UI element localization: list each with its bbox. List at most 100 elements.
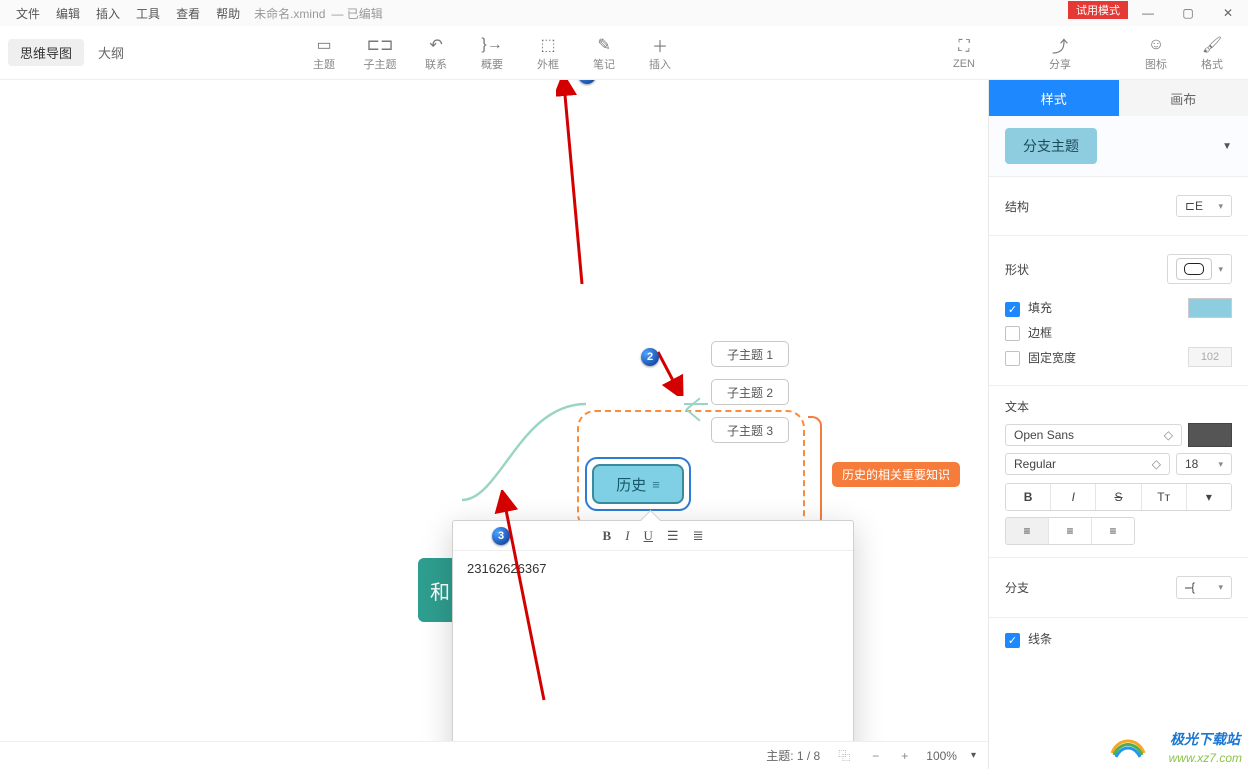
text-bold[interactable]: B [1006, 484, 1051, 510]
align-center[interactable]: ≡ [1049, 518, 1092, 544]
topic-main-label: 历史 [616, 474, 646, 495]
text-section-label: 文本 [1005, 398, 1232, 415]
menu-bar: 文件 编辑 插入 工具 查看 帮助 未命名.xmind — 已编辑 试用模式 —… [0, 0, 1248, 26]
fill-checkbox[interactable]: ✓ [1005, 302, 1020, 317]
format-panel: 样式 画布 分支主题 ▼ 结构 ⊏E▾ 形状 ▾ ✓填充 边框 固定宽度 [988, 80, 1248, 769]
note-italic[interactable]: I [625, 528, 629, 544]
boundary-icon: ⬚ [540, 34, 555, 56]
insert-icon: ＋ [652, 34, 668, 56]
structure-select[interactable]: ⊏E▾ [1176, 195, 1232, 217]
subtopic-2[interactable]: 子主题 2 [711, 379, 789, 405]
line-label: 线条 [1028, 632, 1052, 646]
subtopic-icon: ⊏⊐ [367, 34, 394, 56]
topic-main[interactable]: 历史 ≡ [592, 464, 684, 504]
connector [684, 403, 708, 405]
annotation-bubble-1: 1 [578, 80, 596, 84]
zoom-out[interactable]: − [868, 749, 883, 763]
text-strike[interactable]: S [1096, 484, 1141, 510]
tool-topic[interactable]: ▭主题 [296, 34, 352, 72]
align-right[interactable]: ≡ [1092, 518, 1134, 544]
window-minimize[interactable]: — [1128, 0, 1168, 26]
annotation-arrow-1 [556, 80, 596, 294]
shape-icon [1176, 258, 1212, 280]
menu-tools[interactable]: 工具 [128, 5, 168, 22]
toolbar-far: ☺图标 🖌格式 [1128, 34, 1240, 72]
topic-icon: ▭ [316, 34, 331, 56]
zoom-level[interactable]: 100% [926, 749, 957, 763]
align-left[interactable]: ≡ [1006, 518, 1049, 544]
tool-insert[interactable]: ＋插入 [632, 34, 688, 72]
font-size-select[interactable]: 18▾ [1176, 453, 1232, 475]
menu-view[interactable]: 查看 [168, 5, 208, 22]
shape-select[interactable]: ▾ [1167, 254, 1232, 284]
branch-select[interactable]: ⎯{▾ [1176, 576, 1232, 599]
tool-subtopic[interactable]: ⊏⊐子主题 [352, 34, 408, 72]
note-popup: B I U ☰ ≣ 23162626367 [452, 520, 854, 741]
summary-bracket [808, 416, 822, 528]
text-color-swatch[interactable] [1188, 423, 1232, 447]
tool-zen[interactable]: ⛶ZEN [936, 36, 992, 70]
font-weight-select[interactable]: Regular◇ [1005, 453, 1170, 475]
tool-summary[interactable]: }→概要 [464, 34, 520, 72]
view-tabs: 思维导图 大纲 [8, 26, 136, 79]
status-bar: 主题: 1 / 8 ⿻ − + 100% ▾ [0, 741, 988, 769]
zoom-in[interactable]: + [897, 749, 912, 763]
branch-label: 分支 [1005, 579, 1029, 596]
topic-count: 主题: 1 / 8 [766, 747, 820, 764]
tab-style[interactable]: 样式 [989, 80, 1119, 116]
toolbar-right: ⛶ZEN ⤴分享 ☺图标 🖌格式 [936, 26, 1240, 79]
fixed-width-checkbox[interactable] [1005, 351, 1020, 366]
topic-type-chip[interactable]: 分支主题 [1005, 128, 1097, 164]
map-overview-icon[interactable]: ⿻ [834, 747, 854, 764]
border-label: 边框 [1028, 326, 1052, 340]
note-content[interactable]: 23162626367 [453, 551, 853, 586]
panel-tabs: 样式 画布 [989, 80, 1248, 116]
subtopic-1[interactable]: 子主题 1 [711, 341, 789, 367]
shape-label: 形状 [1005, 261, 1029, 278]
text-case[interactable]: Tᴛ [1142, 484, 1187, 510]
note-bold[interactable]: B [603, 528, 612, 544]
tool-boundary[interactable]: ⬚外框 [520, 34, 576, 72]
canvas[interactable]: 历史 ≡ 子主题 1 子主题 2 子主题 3 历史的相关重要知识 和 B I U… [0, 80, 988, 741]
annotation-bubble-2: 2 [641, 348, 659, 366]
tool-share[interactable]: ⤴分享 [1032, 34, 1088, 72]
relation-icon: ↶ [429, 34, 442, 56]
tool-relation[interactable]: ↶联系 [408, 34, 464, 72]
text-italic[interactable]: I [1051, 484, 1096, 510]
emoji-icon: ☺ [1148, 34, 1164, 56]
branch-curve [460, 390, 590, 510]
topic-type-dropdown-icon[interactable]: ▼ [1222, 141, 1232, 152]
toolbar: 思维导图 大纲 ▭主题 ⊏⊐子主题 ↶联系 }→概要 ⬚外框 ✎笔记 ＋插入 ⛶… [0, 26, 1248, 80]
fixed-width-input[interactable] [1188, 347, 1232, 367]
trial-badge: 试用模式 [1068, 1, 1128, 19]
font-family-select[interactable]: Open Sans◇ [1005, 424, 1182, 446]
tab-canvas[interactable]: 画布 [1119, 80, 1248, 116]
note-ul-icon[interactable]: ☰ [667, 528, 679, 544]
note-indicator-icon[interactable]: ≡ [652, 477, 660, 492]
menu-insert[interactable]: 插入 [88, 5, 128, 22]
tool-format[interactable]: 🖌格式 [1184, 34, 1240, 72]
menu-file[interactable]: 文件 [8, 5, 48, 22]
window-close[interactable]: ✕ [1208, 0, 1248, 26]
tab-outline[interactable]: 大纲 [86, 39, 136, 66]
text-case-dropdown[interactable]: ▾ [1187, 484, 1231, 510]
window-maximize[interactable]: ▢ [1168, 0, 1208, 26]
watermark-site: 极光下载站 [1170, 729, 1240, 749]
subtopic-3[interactable]: 子主题 3 [711, 417, 789, 443]
note-ol-icon[interactable]: ≣ [693, 528, 704, 544]
line-checkbox[interactable]: ✓ [1005, 633, 1020, 648]
note-underline[interactable]: U [644, 528, 653, 544]
tool-note[interactable]: ✎笔记 [576, 34, 632, 72]
summary-label[interactable]: 历史的相关重要知识 [832, 462, 960, 487]
menu-help[interactable]: 帮助 [208, 5, 248, 22]
tool-icons[interactable]: ☺图标 [1128, 34, 1184, 72]
menu-edit[interactable]: 编辑 [48, 5, 88, 22]
fill-color-swatch[interactable] [1188, 298, 1232, 318]
share-icon: ⤴ [1052, 34, 1068, 56]
tab-mindmap[interactable]: 思维导图 [8, 39, 84, 66]
structure-icon: ⊏E [1185, 199, 1203, 213]
zoom-dropdown-icon[interactable]: ▾ [971, 750, 976, 761]
note-toolbar: B I U ☰ ≣ [453, 521, 853, 551]
annotation-bubble-3: 3 [492, 527, 510, 545]
border-checkbox[interactable] [1005, 326, 1020, 341]
